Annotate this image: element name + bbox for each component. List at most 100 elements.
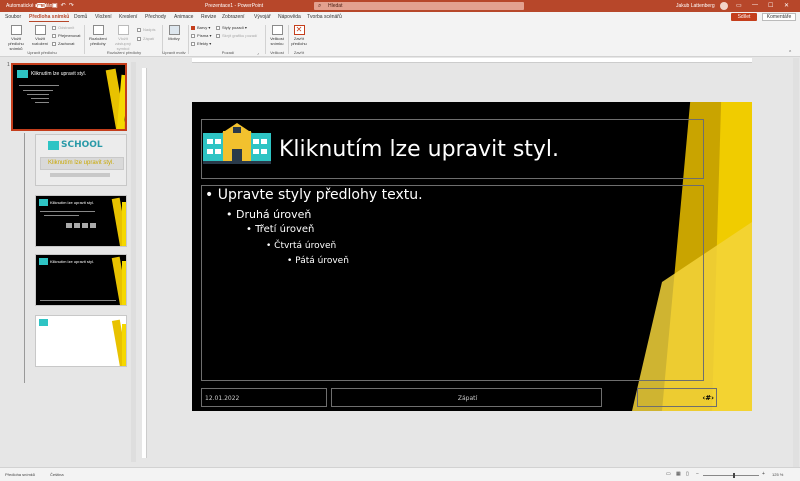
- slide-canvas[interactable]: Kliknutím lze upravit styl. • Upravte st…: [192, 102, 752, 411]
- tab-draw[interactable]: Kreslení: [119, 14, 137, 20]
- slide-size-label: Velikost snímku: [270, 36, 284, 46]
- search-icon: ⌕: [318, 3, 322, 9]
- bullet-level-3: • Třetí úroveň: [246, 224, 315, 235]
- tab-file[interactable]: Soubor: [5, 14, 21, 20]
- insert-placeholder-label: Vložit zástupný symbol: [114, 36, 131, 51]
- user-name[interactable]: Jakub Lattenberg: [676, 3, 715, 9]
- redo-icon[interactable]: ↷: [69, 3, 77, 9]
- group-master-layout: Rozložení předlohy: [106, 50, 142, 55]
- delete-icon: [52, 25, 56, 30]
- insert-slide-master-button[interactable]: Vložit předlohu snímků: [3, 25, 29, 51]
- search-box[interactable]: ⌕ Hledat: [314, 2, 524, 10]
- footer-placeholder[interactable]: Zápatí: [331, 388, 602, 407]
- comments-button[interactable]: Komentáře: [762, 13, 796, 21]
- close-master-view-button[interactable]: ✕ Zavřít předlohu: [290, 25, 308, 46]
- bullet-level-4: • Čtvrtá úroveň: [266, 241, 337, 251]
- preserve-button[interactable]: Zachovat: [52, 41, 74, 46]
- powerpoint-window: Automatické ukládání ▣↶↷ Prezentace1 - P…: [0, 0, 800, 481]
- tab-animations[interactable]: Animace: [174, 14, 193, 20]
- colors-icon: [191, 25, 195, 30]
- reading-view-icon[interactable]: ▯: [686, 471, 689, 477]
- bullet-level-2: • Druhá úroveň: [226, 208, 312, 221]
- quick-access-toolbar[interactable]: ▣↶↷: [52, 2, 77, 9]
- slide-size-button[interactable]: Velikost snímku: [267, 25, 287, 46]
- hide-background-checkbox[interactable]: Skrýt grafiku pozadí: [216, 33, 257, 38]
- effects-dropdown[interactable]: Efekty ▾: [191, 41, 211, 46]
- thumbnail-text-line: [40, 211, 95, 212]
- tab-view[interactable]: Zobrazení: [222, 14, 245, 20]
- thumbnail-content-icon: [66, 223, 72, 228]
- thumbnail-pane: 1 Kliknutím lze upravit styl. SCHOOL Kli…: [0, 58, 140, 467]
- thumbnail-scrollbar[interactable]: [131, 62, 136, 462]
- hide-background-box: [216, 33, 220, 38]
- colors-dropdown[interactable]: Barvy ▾: [191, 25, 210, 30]
- tab-help[interactable]: Nápověda: [278, 14, 301, 20]
- footers-checkbox[interactable]: Zápatí: [137, 36, 154, 41]
- zoom-slider[interactable]: [703, 475, 759, 476]
- background-styles-dropdown[interactable]: Styly pozadí ▾: [216, 25, 247, 30]
- delete-button[interactable]: Odstranit: [52, 25, 74, 30]
- share-button[interactable]: Sdílet: [731, 13, 757, 21]
- thumbnail-content-icon: [82, 223, 88, 228]
- preserve-icon: [52, 41, 56, 46]
- undo-icon[interactable]: ↶: [61, 3, 69, 9]
- minimize-icon[interactable]: —: [752, 2, 758, 8]
- master-layout-label: Rozložení předlohy: [89, 36, 107, 46]
- tab-slide-master[interactable]: Předloha snímků: [29, 14, 70, 22]
- insert-slide-master-label: Vložit předlohu snímků: [8, 36, 24, 51]
- school-icon: [39, 319, 48, 326]
- tab-home[interactable]: Domů: [74, 14, 87, 20]
- slide-number-placeholder[interactable]: ‹#›: [637, 388, 717, 407]
- title-checkbox[interactable]: Nadpis: [137, 27, 155, 32]
- thumbnail-accent: [122, 261, 126, 305]
- zoom-level[interactable]: 125 %: [772, 472, 783, 477]
- date-text: 12.01.2022: [205, 395, 240, 402]
- tab-developer[interactable]: Vývojář: [254, 14, 271, 20]
- ribbon-display-icon[interactable]: ▭: [736, 2, 742, 9]
- main-scrollbar[interactable]: [793, 58, 799, 467]
- master-layout-button[interactable]: Rozložení předlohy: [87, 25, 109, 46]
- zoom-out-icon[interactable]: −: [696, 471, 699, 477]
- tab-storyboarding[interactable]: Tvorba scénářů: [307, 14, 342, 20]
- avatar[interactable]: [720, 2, 728, 10]
- themes-button[interactable]: Motivy: [165, 25, 183, 41]
- background-styles-label: Styly pozadí: [222, 25, 244, 30]
- save-icon[interactable]: ▣: [52, 3, 61, 9]
- slide-sorter-icon[interactable]: ▦: [676, 471, 681, 477]
- view-mode-label: Předloha snímků: [5, 472, 36, 477]
- bullet-level-1: • Upravte styly předlohy textu.: [205, 187, 423, 203]
- zoom-slider-handle[interactable]: [733, 473, 735, 478]
- group-close: Zavřít: [293, 50, 305, 55]
- ribbon: Vložit předlohu snímků Vložit rozložení …: [0, 22, 800, 57]
- date-placeholder[interactable]: 12.01.2022: [201, 388, 327, 407]
- language-label[interactable]: Čeština: [50, 472, 64, 477]
- thumbnail-layout-title[interactable]: SCHOOL Kliknutím lze upravit styl.: [35, 134, 127, 186]
- thumbnail-text-line: [19, 85, 59, 86]
- thumbnail-layout-blank[interactable]: [35, 315, 127, 367]
- thumbnail-layout-content[interactable]: Kliknutím lze upravit styl.: [35, 195, 127, 247]
- thumbnail-slide-master[interactable]: Kliknutím lze upravit styl.: [11, 63, 127, 131]
- thumbnail-text-line: [23, 90, 53, 91]
- close-icon[interactable]: ✕: [784, 2, 789, 9]
- zoom-in-icon[interactable]: +: [762, 471, 765, 477]
- fonts-dropdown[interactable]: Písma ▾: [191, 33, 211, 38]
- insert-layout-button[interactable]: Vložit rozložení: [30, 25, 50, 46]
- thumbnail-layout-title-only[interactable]: Kliknutím lze upravit styl.: [35, 254, 127, 306]
- normal-view-icon[interactable]: ▭: [666, 471, 671, 477]
- bullet-level-5: • Pátá úroveň: [287, 256, 349, 266]
- rename-button[interactable]: Přejmenovat: [52, 33, 80, 38]
- background-dialog-launcher-icon[interactable]: ⌟: [257, 50, 259, 55]
- school-icon: [39, 258, 48, 265]
- autosave-toggle[interactable]: [36, 3, 46, 8]
- school-icon: [39, 199, 48, 206]
- tab-review[interactable]: Revize: [201, 14, 216, 20]
- insert-placeholder-button[interactable]: Vložit zástupný symbol: [110, 25, 136, 51]
- thumbnail-accent: [122, 202, 126, 246]
- collapse-ribbon-icon[interactable]: ⌃: [788, 50, 792, 56]
- hide-background-label: Skrýt grafiku pozadí: [222, 33, 258, 38]
- tab-transitions[interactable]: Přechody: [145, 14, 166, 20]
- tab-insert[interactable]: Vložení: [95, 14, 112, 20]
- comments-label: Komentáře: [766, 14, 792, 20]
- maximize-icon[interactable]: ☐: [768, 2, 773, 9]
- effects-icon: [191, 41, 195, 46]
